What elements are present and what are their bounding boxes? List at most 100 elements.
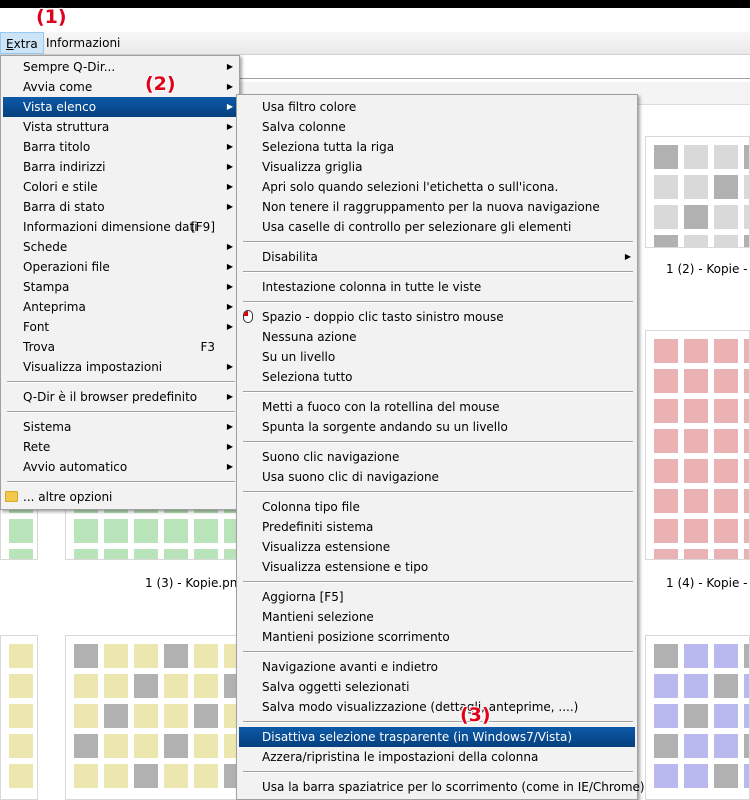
menu-separator <box>243 241 633 243</box>
menu-item-stampa[interactable]: Stampa ▶ <box>3 277 237 297</box>
menu-item-font[interactable]: Font ▶ <box>3 317 237 337</box>
thumbnail-tile <box>744 549 749 559</box>
thumbnail-tile <box>104 674 128 698</box>
file-caption[interactable]: 1 (4) - Kopie - Ko <box>666 576 750 590</box>
menu-item-aggiorna-f5[interactable]: Aggiorna [F5] <box>239 587 635 607</box>
menu-item-label: Predefiniti sistema <box>262 520 374 534</box>
thumbnail-tile <box>744 704 749 728</box>
menu-item-salva-colonne[interactable]: Salva colonne <box>239 117 635 137</box>
thumbnail-tile <box>194 519 218 543</box>
menu-item-vista-struttura[interactable]: Vista struttura ▶ <box>3 117 237 137</box>
menu-item-salva-oggetti-selezionati[interactable]: Salva oggetti selezionati <box>239 677 635 697</box>
menu-item-trova[interactable]: Trova F3 <box>3 337 237 357</box>
menu-item-usa-filtro-colore[interactable]: Usa filtro colore <box>239 97 635 117</box>
menu-item-seleziona-tutta-la-riga[interactable]: Seleziona tutta la riga <box>239 137 635 157</box>
menu-item-label: Sistema <box>23 420 72 434</box>
file-caption[interactable]: 1 (2) - Kopie - Ko <box>666 262 750 276</box>
menu-extra[interactable]: Extra <box>0 32 44 54</box>
menu-item-usa-suono-clic-di-navigazione[interactable]: Usa suono clic di navigazione <box>239 467 635 487</box>
menu-item-visualizza-estensione[interactable]: Visualizza estensione <box>239 537 635 557</box>
thumbnail-tile <box>164 704 188 728</box>
menu-item-label: Visualizza griglia <box>262 160 363 174</box>
menu-item-disattiva-selezione-trasparente-in-windows7-vista[interactable]: Disattiva selezione trasparente (in Wind… <box>239 727 635 747</box>
thumbnail-tile <box>744 235 749 247</box>
menu-item-salva-modo-visualizzazione-dettagli-anteprime[interactable]: Salva modo visualizzazione (dettagli, an… <box>239 697 635 717</box>
thumbnail-tile <box>654 339 678 363</box>
thumbnail-tile <box>714 764 738 788</box>
menu-item-visualizza-estensione-e-tipo[interactable]: Visualizza estensione e tipo <box>239 557 635 577</box>
menu-item-q-dir-il-browser-predefinito[interactable]: Q-Dir è il browser predefinito ▶ <box>3 387 237 407</box>
menu-item-barra-indirizzi[interactable]: Barra indirizzi ▶ <box>3 157 237 177</box>
image-thumbnail[interactable] <box>0 635 38 800</box>
menu-item-mantieni-posizione-scorrimento[interactable]: Mantieni posizione scorrimento <box>239 627 635 647</box>
menu-item-label: Spunta la sorgente andando su un livello <box>262 420 508 434</box>
menu-item-label: Mantieni selezione <box>262 610 374 624</box>
thumbnail-tile <box>9 519 33 543</box>
image-thumbnail[interactable] <box>645 136 750 248</box>
menu-item-barra-titolo[interactable]: Barra titolo ▶ <box>3 137 237 157</box>
thumbnail-tile <box>714 489 738 513</box>
menu-item-rete[interactable]: Rete ▶ <box>3 437 237 457</box>
menu-item-sistema[interactable]: Sistema ▶ <box>3 417 237 437</box>
menu-item-colori-e-stile[interactable]: Colori e stile ▶ <box>3 177 237 197</box>
menu-item-label: Suono clic navigazione <box>262 450 400 464</box>
shortcut-label: F3 <box>200 340 215 354</box>
thumbnail-tile <box>744 459 749 483</box>
image-thumbnail[interactable] <box>65 635 240 800</box>
menu-item-mantieni-selezione[interactable]: Mantieni selezione <box>239 607 635 627</box>
menu-item-label: Usa suono clic di navigazione <box>262 470 439 484</box>
file-caption[interactable]: 1 (3) - Kopie.png <box>145 576 245 590</box>
menu-item-usa-la-barra-spaziatrice-per-lo-scorrimento-come-in-ie-chrome[interactable]: Usa la barra spaziatrice per lo scorrime… <box>239 777 645 797</box>
menu-item-altre-opzioni[interactable]: ... altre opzioni <box>3 487 237 507</box>
thumbnail-tile <box>714 235 738 247</box>
menu-item-su-un-livello[interactable]: Su un livello <box>239 347 635 367</box>
menu-item-predefiniti-sistema[interactable]: Predefiniti sistema <box>239 517 635 537</box>
thumbnail-tile <box>194 549 218 559</box>
address-bar[interactable] <box>240 58 750 79</box>
mnemonic-letter: E <box>6 37 14 51</box>
menu-item-navigazione-avanti-e-indietro[interactable]: Navigazione avanti e indietro <box>239 657 635 677</box>
menu-item-label: Spazio - doppio clic tasto sinistro mous… <box>262 310 504 324</box>
thumbnail-tile <box>194 734 218 758</box>
menu-item-schede[interactable]: Schede ▶ <box>3 237 237 257</box>
menu-item-anteprima[interactable]: Anteprima ▶ <box>3 297 237 317</box>
submenu-arrow-icon: ▶ <box>226 302 233 311</box>
menu-item-usa-caselle-di-controllo-per-selezionare-gli-elementi[interactable]: Usa caselle di controllo per selezionare… <box>239 217 635 237</box>
thumbnail-tile <box>684 205 708 229</box>
menu-item-spazio-doppio-clic-tasto-sinistro-mouse[interactable]: Spazio - doppio clic tasto sinistro mous… <box>239 307 635 327</box>
thumbnail-tile <box>684 175 708 199</box>
menu-item-non-tenere-il-raggruppamento-per-la-nuova-navigazione[interactable]: Non tenere il raggruppamento per la nuov… <box>239 197 635 217</box>
menu-item-vista-elenco[interactable]: Vista elenco ▶ <box>3 97 237 117</box>
marker-1: (1) <box>36 6 67 28</box>
menu-item-metti-a-fuoco-con-la-rotellina-del-mouse[interactable]: Metti a fuoco con la rotellina del mouse <box>239 397 635 417</box>
menu-item-sempre-q-dir[interactable]: Sempre Q-Dir... ▶ <box>3 57 237 77</box>
thumbnail-tile <box>684 644 708 668</box>
menu-item-barra-di-stato[interactable]: Barra di stato ▶ <box>3 197 237 217</box>
thumbnail-tile <box>654 399 678 423</box>
menu-item-disabilita[interactable]: Disabilita ▶ <box>239 247 635 267</box>
menu-item-apri-solo-quando-selezioni-l-etichetta-o-sull-icona[interactable]: Apri solo quando selezioni l'etichetta o… <box>239 177 635 197</box>
menu-item-suono-clic-navigazione[interactable]: Suono clic navigazione <box>239 447 635 467</box>
image-thumbnail[interactable] <box>645 330 750 560</box>
menu-item-visualizza-impostazioni[interactable]: Visualizza impostazioni ▶ <box>3 357 237 377</box>
menu-separator <box>243 441 633 443</box>
menu-item-operazioni-file[interactable]: Operazioni file ▶ <box>3 257 237 277</box>
menu-item-informazioni-dimensione-dati[interactable]: Informazioni dimensione dati [F9] <box>3 217 237 237</box>
submenu-arrow-icon: ▶ <box>226 62 233 71</box>
menu-item-azzera-ripristina-le-impostazioni-della-colonna[interactable]: Azzera/ripristina le impostazioni della … <box>239 747 635 767</box>
menu-item-intestazione-colonna-in-tutte-le-viste[interactable]: Intestazione colonna in tutte le viste <box>239 277 635 297</box>
menu-item-spunta-la-sorgente-andando-su-un-livello[interactable]: Spunta la sorgente andando su un livello <box>239 417 635 437</box>
submenu-arrow-icon: ▶ <box>226 442 233 451</box>
image-thumbnail[interactable] <box>645 635 750 800</box>
menu-item-visualizza-griglia[interactable]: Visualizza griglia <box>239 157 635 177</box>
menu-item-avvia-come[interactable]: Avvia come ▶ <box>3 77 237 97</box>
menu-item-avvio-automatico[interactable]: Avvio automatico ▶ <box>3 457 237 477</box>
thumbnail-tile <box>134 764 158 788</box>
menu-item-nessuna-azione[interactable]: Nessuna azione <box>239 327 635 347</box>
menu-item-label: Visualizza estensione e tipo <box>262 560 429 574</box>
menu-informazioni[interactable]: Informazioni <box>41 32 125 54</box>
thumbnail-tile <box>714 369 738 393</box>
menu-item-seleziona-tutto[interactable]: Seleziona tutto <box>239 367 635 387</box>
menu-item-label: Vista elenco <box>23 100 97 114</box>
menu-item-colonna-tipo-file[interactable]: Colonna tipo file <box>239 497 635 517</box>
